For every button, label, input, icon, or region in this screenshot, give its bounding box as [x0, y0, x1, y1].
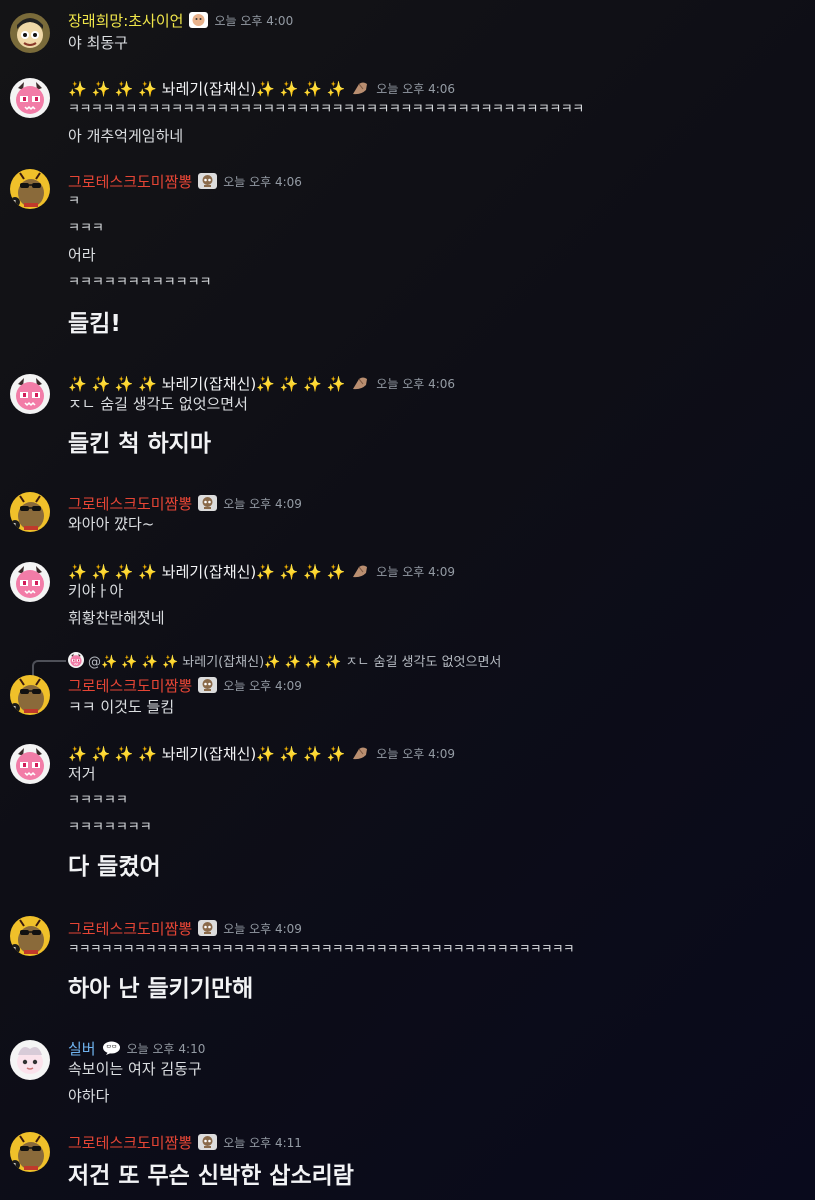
avatar[interactable] [10, 78, 50, 118]
avatar[interactable] [10, 562, 50, 602]
username[interactable]: 장래희망:초사이언 [68, 10, 183, 31]
message-text: ㅋㅋㅋㅋㅋ [68, 793, 128, 808]
message-text: 저거 [68, 765, 96, 783]
hand-badge-icon [351, 80, 370, 96]
message-text: ㅋ [68, 194, 80, 209]
message-text: 어라 [68, 246, 96, 264]
timestamp: 오늘 오후 4:11 [223, 1135, 302, 1150]
reply-avatar [68, 652, 84, 668]
timestamp: 오늘 오후 4:06 [376, 81, 456, 96]
username[interactable]: ✨ ✨ ✨ ✨ 놔레기(잡채신)✨ ✨ ✨ ✨ [68, 373, 345, 394]
role-badge-icon [189, 12, 208, 28]
username[interactable]: 그로테스크도미짬뽕 [68, 675, 192, 696]
timestamp: 오늘 오후 4:09 [376, 746, 456, 761]
message-text: ㅋㅋ 이것도 들킴 [68, 698, 175, 716]
timestamp: 오늘 오후 4:09 [223, 678, 302, 693]
avatar[interactable] [10, 916, 50, 956]
message-text: ㅋㅋㅋㅋㅋㅋㅋㅋㅋㅋㅋㅋ [68, 275, 212, 290]
skull-badge-icon [198, 920, 217, 936]
message-text: 저건 또 무슨 신박한 삽소리람 [68, 1163, 354, 1189]
message-text: 휘황찬란해졋네 [68, 609, 165, 627]
message-text: 속보이는 여자 김동구 [68, 1060, 202, 1078]
username[interactable]: 그로테스크도미짬뽕 [68, 918, 192, 939]
skull-badge-icon [198, 1134, 217, 1150]
message-text: ㅋㅋㅋㅋㅋㅋㅋㅋㅋㅋㅋㅋㅋㅋㅋㅋㅋㅋㅋㅋㅋㅋㅋㅋㅋㅋㅋㅋㅋㅋㅋㅋㅋㅋㅋㅋㅋㅋㅋㅋ… [68, 102, 584, 117]
skull-badge-icon [198, 173, 217, 189]
reply-text: @✨ ✨ ✨ ✨ 놔레기(잡채신)✨ ✨ ✨ ✨ ㅈㄴ 숨길 생각도 없엇으면서 [88, 654, 502, 670]
message-text: ㅋㅋㅋ [68, 221, 104, 236]
username[interactable]: 그로테스크도미짬뽕 [68, 171, 192, 192]
message-text: 키야ㅏ아 [68, 582, 124, 600]
username[interactable]: 그로테스크도미짬뽕 [68, 493, 192, 514]
avatar[interactable] [10, 374, 50, 414]
message-text: ㅈㄴ 숨길 생각도 없엇으면서 [68, 395, 248, 413]
timestamp: 오늘 오후 4:09 [223, 921, 302, 936]
skull-badge-icon [198, 495, 217, 511]
timestamp: 오늘 오후 4:10 [126, 1041, 206, 1056]
hand-badge-icon [351, 745, 370, 761]
timestamp: 오늘 오후 4:09 [223, 496, 302, 511]
message-text: ㅋㅋㅋㅋㅋㅋㅋㅋㅋㅋㅋㅋㅋㅋㅋㅋㅋㅋㅋㅋㅋㅋㅋㅋㅋㅋㅋㅋㅋㅋㅋㅋㅋㅋㅋㅋㅋㅋㅋㅋ… [68, 941, 575, 956]
username[interactable]: ✨ ✨ ✨ ✨ 놔레기(잡채신)✨ ✨ ✨ ✨ [68, 561, 345, 582]
timestamp: 오늘 오후 4:06 [376, 376, 456, 391]
timestamp: 오늘 오후 4:00 [214, 13, 294, 28]
avatar[interactable] [10, 169, 50, 209]
message-text: 들킴! [68, 311, 121, 337]
message-text: 야하다 [68, 1087, 110, 1105]
hand-badge-icon [351, 375, 370, 391]
avatar[interactable] [10, 744, 50, 784]
username[interactable]: ✨ ✨ ✨ ✨ 놔레기(잡채신)✨ ✨ ✨ ✨ [68, 78, 345, 99]
avatar[interactable] [10, 492, 50, 532]
username[interactable]: ✨ ✨ ✨ ✨ 놔레기(잡채신)✨ ✨ ✨ ✨ [68, 743, 345, 764]
timestamp: 오늘 오후 4:06 [223, 174, 302, 189]
timestamp: 오늘 오후 4:09 [376, 564, 456, 579]
username[interactable]: 실버 [68, 1038, 96, 1059]
username[interactable]: 그로테스크도미짬뽕 [68, 1132, 192, 1153]
avatar[interactable] [10, 675, 50, 715]
avatar[interactable] [10, 13, 50, 53]
message-text: 하아 난 들키기만해 [68, 976, 254, 1002]
avatar[interactable] [10, 1040, 50, 1080]
message-text: 아 개추억게임하네 [68, 127, 184, 145]
skull-badge-icon [198, 677, 217, 693]
reply-reference[interactable]: @✨ ✨ ✨ ✨ 놔레기(잡채신)✨ ✨ ✨ ✨ ㅈㄴ 숨길 생각도 없엇으면서 [68, 651, 502, 670]
message-text: 다 들켰어 [68, 854, 161, 880]
message-text: 와아아 꺘다~ [68, 515, 155, 533]
message-text: ㅋㅋㅋㅋㅋㅋㅋ [68, 820, 152, 835]
hand-badge-icon [351, 563, 370, 579]
avatar[interactable] [10, 1132, 50, 1172]
speech-bubble-badge-icon [102, 1040, 121, 1056]
message-text: 야 최동구 [68, 34, 128, 52]
reply-connector [32, 660, 66, 676]
message-text: 들킨 척 하지마 [68, 431, 211, 457]
